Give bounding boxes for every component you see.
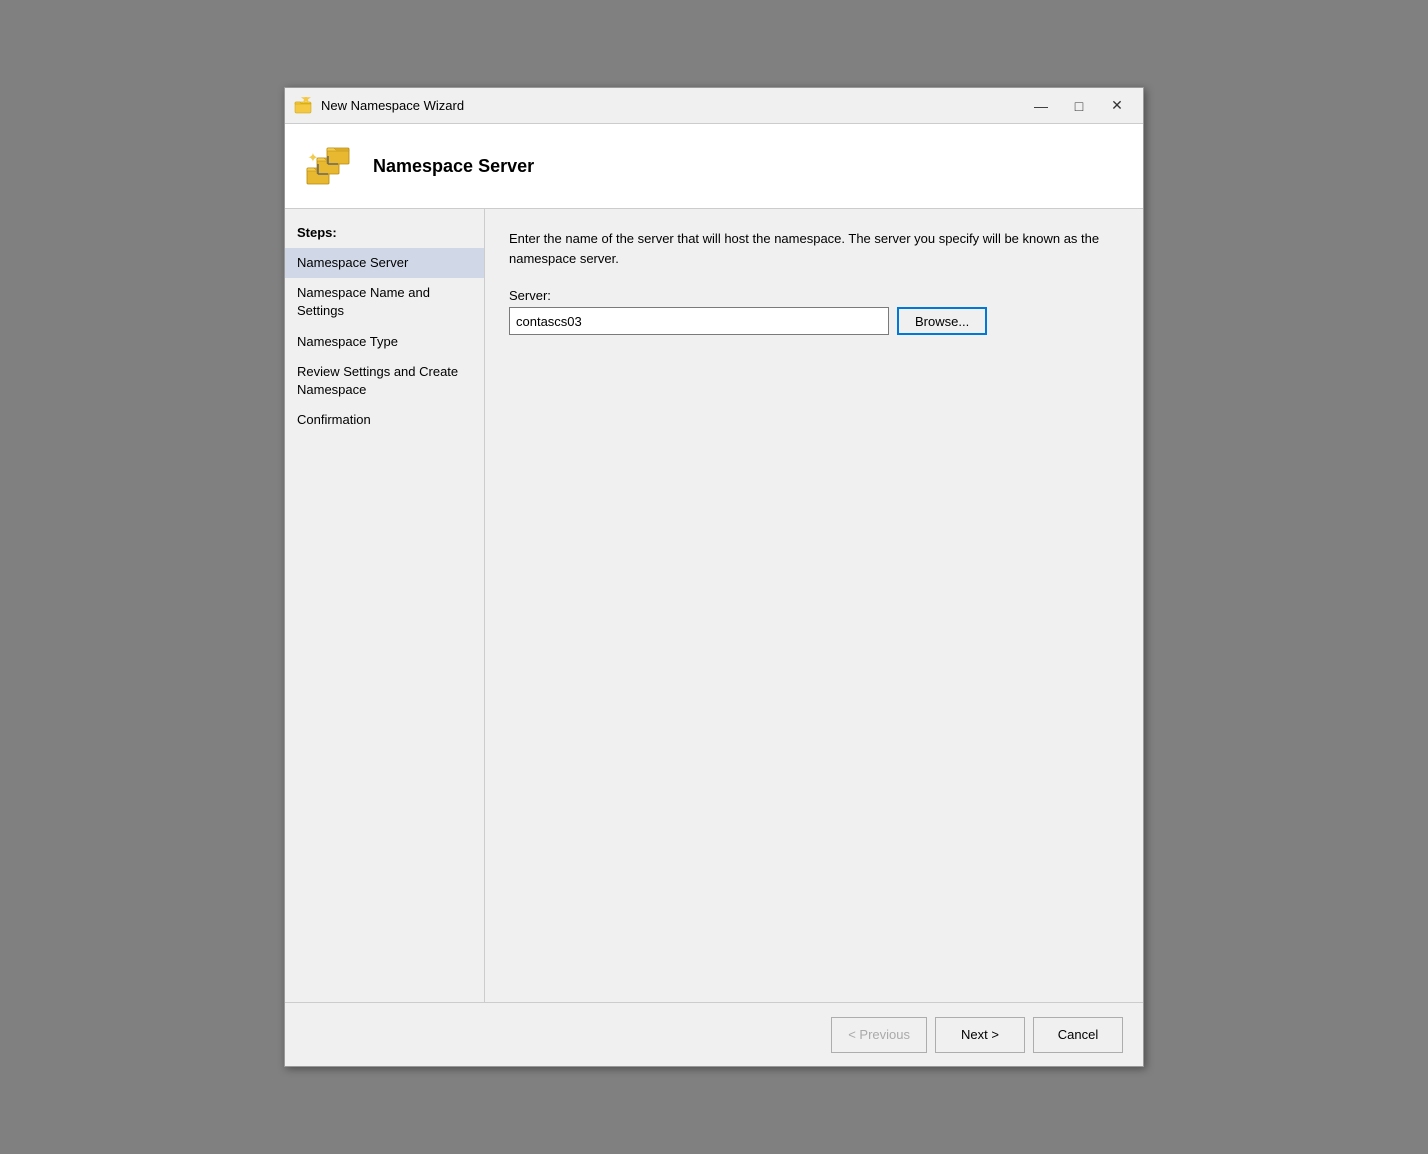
sidebar-item-namespace-type[interactable]: Namespace Type bbox=[285, 327, 484, 357]
svg-text:★: ★ bbox=[300, 97, 312, 106]
wizard-header: ✦ Namespace Server bbox=[285, 124, 1143, 209]
browse-button[interactable]: Browse... bbox=[897, 307, 987, 335]
content-spacer bbox=[509, 347, 1119, 982]
cancel-button[interactable]: Cancel bbox=[1033, 1017, 1123, 1053]
wizard-icon: ✦ bbox=[305, 140, 357, 192]
content-area: Steps: Namespace Server Namespace Name a… bbox=[285, 209, 1143, 1002]
wizard-title: Namespace Server bbox=[373, 156, 534, 177]
title-bar-controls: — □ ✕ bbox=[1023, 92, 1135, 120]
server-input-row: Browse... bbox=[509, 307, 1119, 335]
description-text: Enter the name of the server that will h… bbox=[509, 229, 1109, 268]
steps-label: Steps: bbox=[285, 221, 484, 248]
server-form-group: Server: Browse... bbox=[509, 288, 1119, 335]
sidebar-item-namespace-name[interactable]: Namespace Name and Settings bbox=[285, 278, 484, 326]
titlebar-icon: ★ bbox=[293, 96, 313, 116]
minimize-button[interactable]: — bbox=[1023, 92, 1059, 120]
server-input[interactable] bbox=[509, 307, 889, 335]
sidebar-item-confirmation[interactable]: Confirmation bbox=[285, 405, 484, 435]
sidebar-item-review-settings[interactable]: Review Settings and Create Namespace bbox=[285, 357, 484, 405]
title-bar: ★ New Namespace Wizard — □ ✕ bbox=[285, 88, 1143, 124]
close-button[interactable]: ✕ bbox=[1099, 92, 1135, 120]
title-bar-text: New Namespace Wizard bbox=[321, 98, 1023, 113]
wizard-window: ★ New Namespace Wizard — □ ✕ ✦ bbox=[284, 87, 1144, 1067]
sidebar-item-namespace-server[interactable]: Namespace Server bbox=[285, 248, 484, 278]
server-label: Server: bbox=[509, 288, 1119, 303]
previous-button[interactable]: < Previous bbox=[831, 1017, 927, 1053]
main-content: Enter the name of the server that will h… bbox=[485, 209, 1143, 1002]
wizard-footer: < Previous Next > Cancel bbox=[285, 1002, 1143, 1066]
maximize-button[interactable]: □ bbox=[1061, 92, 1097, 120]
sidebar: Steps: Namespace Server Namespace Name a… bbox=[285, 209, 485, 1002]
next-button[interactable]: Next > bbox=[935, 1017, 1025, 1053]
svg-text:✦: ✦ bbox=[308, 150, 319, 165]
